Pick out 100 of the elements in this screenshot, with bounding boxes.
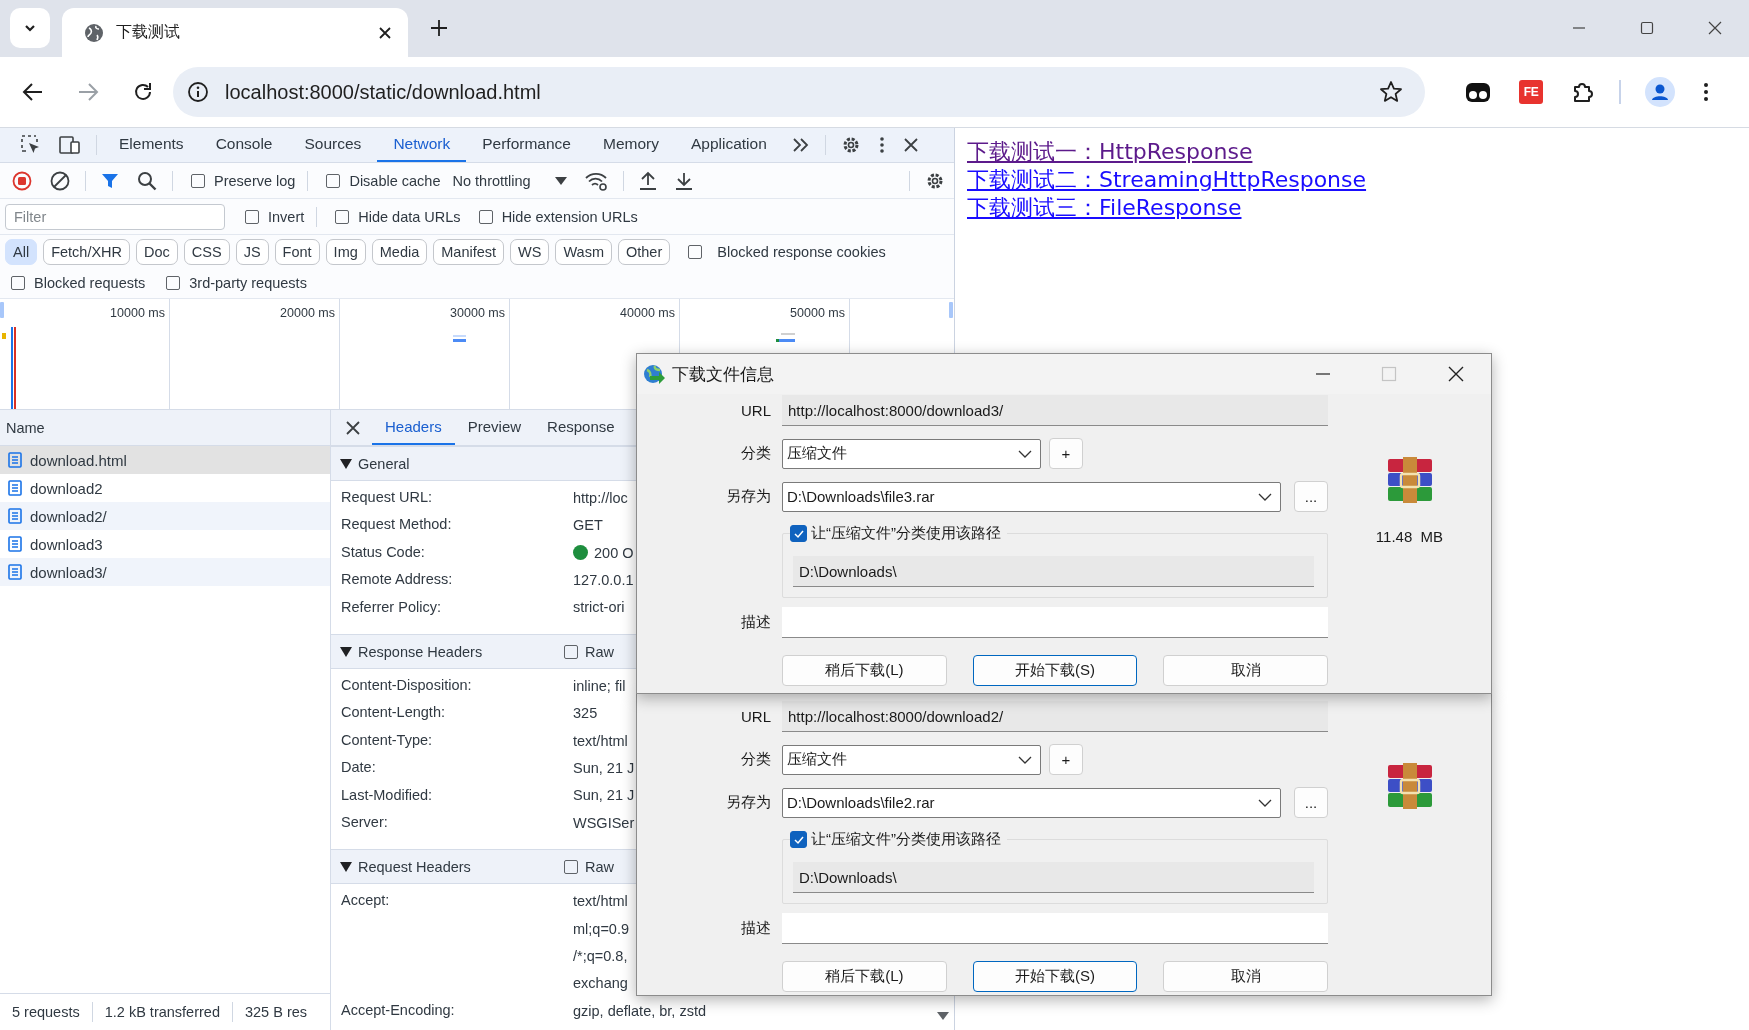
more-tabs-icon[interactable] <box>791 137 810 153</box>
checkbox[interactable] <box>790 831 807 848</box>
close-icon[interactable] <box>346 420 360 435</box>
dialog-button[interactable]: 取消 <box>1163 961 1328 992</box>
clear-icon[interactable] <box>50 170 70 191</box>
reload-icon[interactable] <box>132 81 154 103</box>
checkbox[interactable] <box>166 276 181 290</box>
detail-tab[interactable]: Preview <box>454 410 535 445</box>
type-filter-chip[interactable]: JS <box>235 238 269 265</box>
download-link[interactable]: 下载测试一：HttpResponse <box>967 138 1253 166</box>
type-filter-chip[interactable]: CSS <box>183 238 230 265</box>
info-icon[interactable] <box>187 81 209 103</box>
devtools-tab[interactable]: Memory <box>586 128 675 162</box>
checkbox[interactable] <box>191 173 205 188</box>
add-category-button[interactable]: + <box>1049 744 1083 775</box>
menu-icon[interactable] <box>1703 81 1709 103</box>
dialog-button[interactable]: 稍后下载(L) <box>782 655 947 686</box>
extension-badge[interactable]: FE <box>1519 80 1543 104</box>
browser-tab[interactable]: 下载测试 <box>62 8 408 57</box>
description-field[interactable] <box>782 913 1328 944</box>
new-tab-icon[interactable] <box>430 19 448 37</box>
puzzle-icon[interactable] <box>1571 80 1595 104</box>
close-icon[interactable] <box>1447 365 1465 383</box>
section-title[interactable]: Request Headers <box>358 858 564 875</box>
devtools-tab[interactable]: Application <box>674 128 783 162</box>
expand-triangle-icon[interactable] <box>340 861 352 872</box>
checkbox[interactable] <box>478 209 493 224</box>
type-filter-chip[interactable]: Fetch/XHR <box>43 238 131 265</box>
search-icon[interactable] <box>137 170 157 191</box>
type-filter-chip[interactable]: Doc <box>136 238 178 265</box>
checkbox[interactable] <box>790 525 807 542</box>
more-options-icon[interactable] <box>878 136 885 154</box>
dialog-button[interactable]: 取消 <box>1163 655 1328 686</box>
request-row[interactable]: download2/ <box>0 502 330 530</box>
address-bar[interactable]: localhost:8000/static/download.html <box>173 67 1425 117</box>
maximize-icon[interactable] <box>1639 20 1655 36</box>
column-header[interactable]: Name <box>6 419 45 436</box>
checkbox[interactable] <box>564 859 578 874</box>
close-icon[interactable] <box>378 25 392 40</box>
range-handle[interactable] <box>949 302 953 318</box>
type-filter-chip[interactable]: Other <box>618 238 671 265</box>
download-link[interactable]: 下载测试二：StreamingHttpResponse <box>967 166 1367 194</box>
type-filter-chip[interactable]: Media <box>371 238 428 265</box>
checkbox[interactable] <box>564 644 578 659</box>
expand-triangle-icon[interactable] <box>340 458 352 469</box>
network-conditions-icon[interactable] <box>583 170 608 191</box>
forward-icon[interactable] <box>77 81 99 103</box>
checkbox[interactable] <box>11 276 25 290</box>
back-icon[interactable] <box>22 81 44 103</box>
close-icon[interactable] <box>902 137 919 153</box>
type-filter-chip[interactable]: WS <box>510 238 550 265</box>
folder-field[interactable]: D:\Downloads\ <box>793 556 1314 587</box>
download-link[interactable]: 下载测试三：FileResponse <box>967 194 1242 222</box>
add-category-button[interactable]: + <box>1049 438 1083 469</box>
devtools-tab[interactable]: Performance <box>466 128 587 162</box>
devtools-tab[interactable]: Elements <box>103 128 200 162</box>
browse-button[interactable]: ... <box>1294 481 1328 512</box>
inspect-icon[interactable] <box>21 135 41 155</box>
star-icon[interactable] <box>1379 80 1403 104</box>
checkbox[interactable] <box>688 244 703 259</box>
type-filter-chip[interactable]: All <box>5 238 38 265</box>
dialog-button[interactable]: 开始下载(S) <box>972 655 1138 686</box>
checkbox[interactable] <box>326 173 341 188</box>
checkbox[interactable] <box>245 209 259 224</box>
request-row[interactable]: download3/ <box>0 558 330 586</box>
url-field[interactable]: http://localhost:8000/download3/ <box>782 395 1328 426</box>
extension-icon[interactable] <box>1465 80 1491 104</box>
dialog-button[interactable]: 稍后下载(L) <box>782 961 947 992</box>
filter-icon[interactable] <box>101 171 119 190</box>
detail-tab[interactable]: Response <box>534 410 628 445</box>
device-toolbar-icon[interactable] <box>59 135 81 155</box>
type-filter-chip[interactable]: Wasm <box>555 238 612 265</box>
type-filter-chip[interactable]: Manifest <box>433 238 505 265</box>
download-icon[interactable] <box>674 170 693 191</box>
devtools-tab[interactable]: Sources <box>288 128 378 162</box>
range-handle[interactable] <box>0 302 4 318</box>
request-row[interactable]: download.html <box>0 446 330 474</box>
dialog-button[interactable]: 开始下载(S) <box>972 961 1138 992</box>
description-field[interactable] <box>782 607 1328 638</box>
upload-icon[interactable] <box>638 170 657 191</box>
devtools-tab[interactable]: Console <box>199 128 289 162</box>
scroll-down-icon[interactable] <box>937 1012 949 1020</box>
url-field[interactable]: http://localhost:8000/download2/ <box>782 701 1328 732</box>
type-filter-chip[interactable]: Font <box>274 238 320 265</box>
section-title[interactable]: General <box>358 455 564 472</box>
profile-avatar-icon[interactable] <box>1645 77 1675 107</box>
expand-triangle-icon[interactable] <box>340 646 352 657</box>
stop-recording-icon[interactable] <box>12 170 32 191</box>
category-dropdown[interactable]: 压缩文件 <box>782 438 1041 469</box>
checkbox[interactable] <box>335 209 350 224</box>
folder-field[interactable]: D:\Downloads\ <box>793 862 1314 893</box>
type-filter-chip[interactable]: Img <box>325 238 366 265</box>
browse-button[interactable]: ... <box>1294 787 1328 818</box>
category-dropdown[interactable]: 压缩文件 <box>782 744 1041 775</box>
filter-field[interactable]: Filter <box>5 203 225 230</box>
throttling-dropdown[interactable]: No throttling <box>452 172 567 189</box>
save-path-dropdown[interactable]: D:\Downloads\file2.rar <box>782 787 1282 818</box>
section-title[interactable]: Response Headers <box>358 643 564 660</box>
close-icon[interactable] <box>1707 20 1723 36</box>
save-path-dropdown[interactable]: D:\Downloads\file3.rar <box>782 481 1282 512</box>
